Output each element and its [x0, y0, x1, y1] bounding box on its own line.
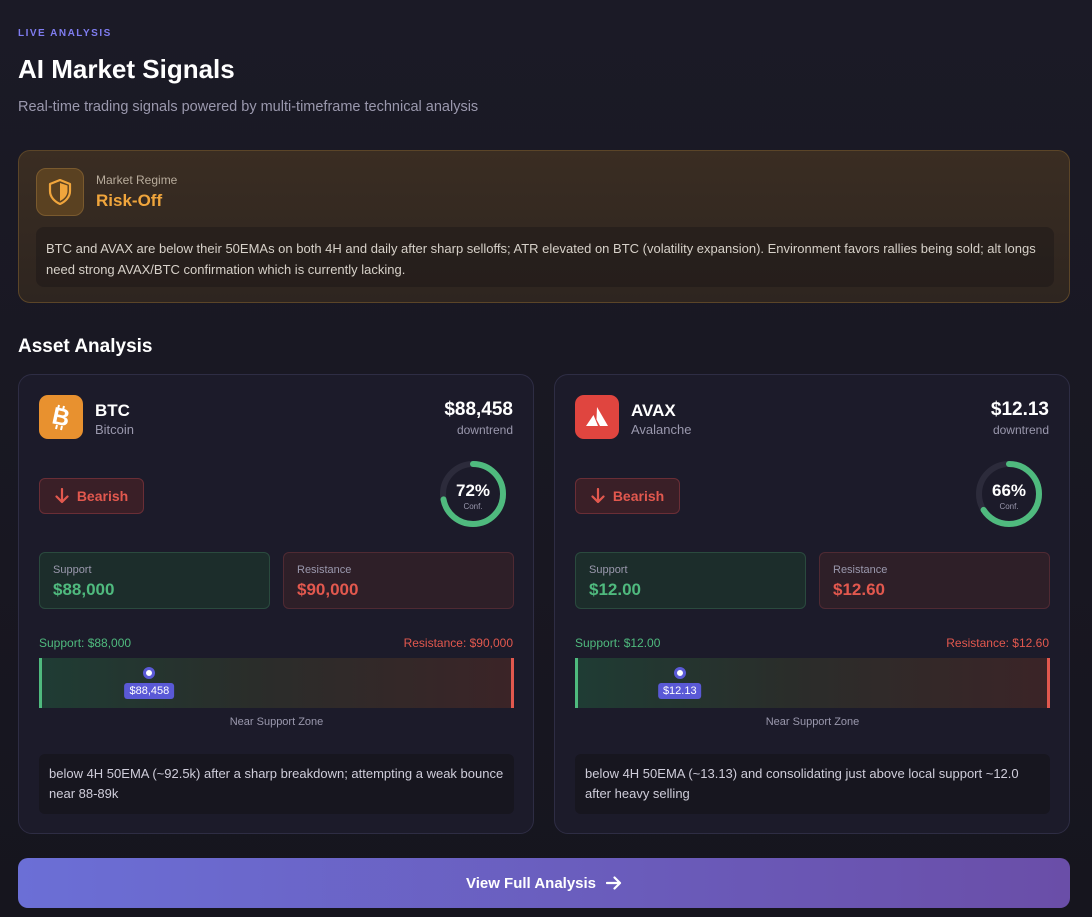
current-price-marker: [673, 667, 686, 679]
resistance-value: $12.60: [833, 580, 885, 599]
support-box: Support $12.00: [575, 552, 806, 609]
asset-symbol: AVAX: [631, 401, 676, 420]
avalanche-icon: [575, 395, 619, 439]
support-box: Support $88,000: [39, 552, 270, 609]
asset-symbol: BTC: [95, 401, 130, 420]
zone-label: Near Support Zone: [765, 716, 860, 728]
confidence-percent: 66%: [991, 481, 1027, 500]
confidence-label: Conf.: [999, 502, 1019, 511]
cta-label: View Full Analysis: [465, 874, 597, 892]
asset-price: $12.13: [990, 399, 1049, 420]
resistance-label: Resistance: [297, 564, 352, 576]
eyebrow-label: LIVE ANALYSIS: [18, 28, 112, 39]
confidence-label: Conf.: [463, 502, 483, 511]
confidence-gauge: 66% Conf.: [974, 459, 1044, 529]
range-resistance-label: Resistance: $12.60: [946, 636, 1049, 650]
zone-label: Near Support Zone: [229, 716, 324, 728]
support-value: $12.00: [589, 580, 641, 599]
support-label: Support: [589, 564, 628, 576]
asset-name: Avalanche: [631, 422, 692, 437]
shield-icon: [36, 168, 84, 216]
range-support-label: Support: $12.00: [575, 636, 661, 650]
bias-badge[interactable]: Bearish: [39, 478, 144, 514]
view-full-analysis-button[interactable]: View Full Analysis: [18, 858, 1070, 908]
analysis-note: below 4H 50EMA (~13.13) and consolidatin…: [575, 754, 1050, 814]
asset-card-btc[interactable]: B BTC Bitcoin $88,458 downtrend Bearish …: [18, 374, 534, 834]
regime-description: BTC and AVAX are below their 50EMAs on b…: [36, 227, 1054, 287]
resistance-value: $90,000: [297, 580, 359, 599]
asset-trend: downtrend: [992, 423, 1049, 437]
asset-card-avax[interactable]: AVAX Avalanche $12.13 downtrend Bearish …: [554, 374, 1070, 834]
confidence-gauge: 72% Conf.: [438, 459, 508, 529]
resistance-label: Resistance: [833, 564, 888, 576]
section-title: Asset Analysis: [18, 336, 153, 357]
bias-label: Bearish: [76, 488, 129, 504]
current-price-tag: $88,458: [124, 683, 175, 699]
confidence-percent: 72%: [455, 481, 491, 500]
price-range-bar: $88,458: [39, 658, 514, 708]
current-price-marker: [143, 667, 156, 679]
regime-label: Market Regime: [96, 173, 178, 187]
support-value: $88,000: [53, 580, 115, 599]
bitcoin-icon: B: [39, 395, 83, 439]
range-resistance-label: Resistance: $90,000: [403, 636, 513, 650]
resistance-box: Resistance $12.60: [819, 552, 1050, 609]
arrow-right-icon: [606, 876, 622, 890]
support-label: Support: [53, 564, 92, 576]
arrow-down-icon: [55, 488, 69, 504]
current-price-tag: $12.13: [657, 683, 702, 699]
asset-name: Bitcoin: [95, 422, 135, 437]
asset-trend: downtrend: [456, 423, 513, 437]
asset-price: $88,458: [444, 399, 513, 420]
arrow-down-icon: [591, 488, 605, 504]
bias-badge[interactable]: Bearish: [575, 478, 680, 514]
page-title: AI Market Signals: [18, 54, 235, 84]
range-support-label: Support: $88,000: [39, 636, 132, 650]
page-subtitle: Real-time trading signals powered by mul…: [18, 99, 479, 115]
price-range-bar: $12.13: [575, 658, 1050, 708]
bias-label: Bearish: [612, 488, 665, 504]
market-regime-card: Market Regime Risk-Off BTC and AVAX are …: [18, 150, 1070, 303]
resistance-box: Resistance $90,000: [283, 552, 514, 609]
analysis-note: below 4H 50EMA (~92.5k) after a sharp br…: [39, 754, 514, 814]
regime-value: Risk-Off: [96, 191, 163, 210]
